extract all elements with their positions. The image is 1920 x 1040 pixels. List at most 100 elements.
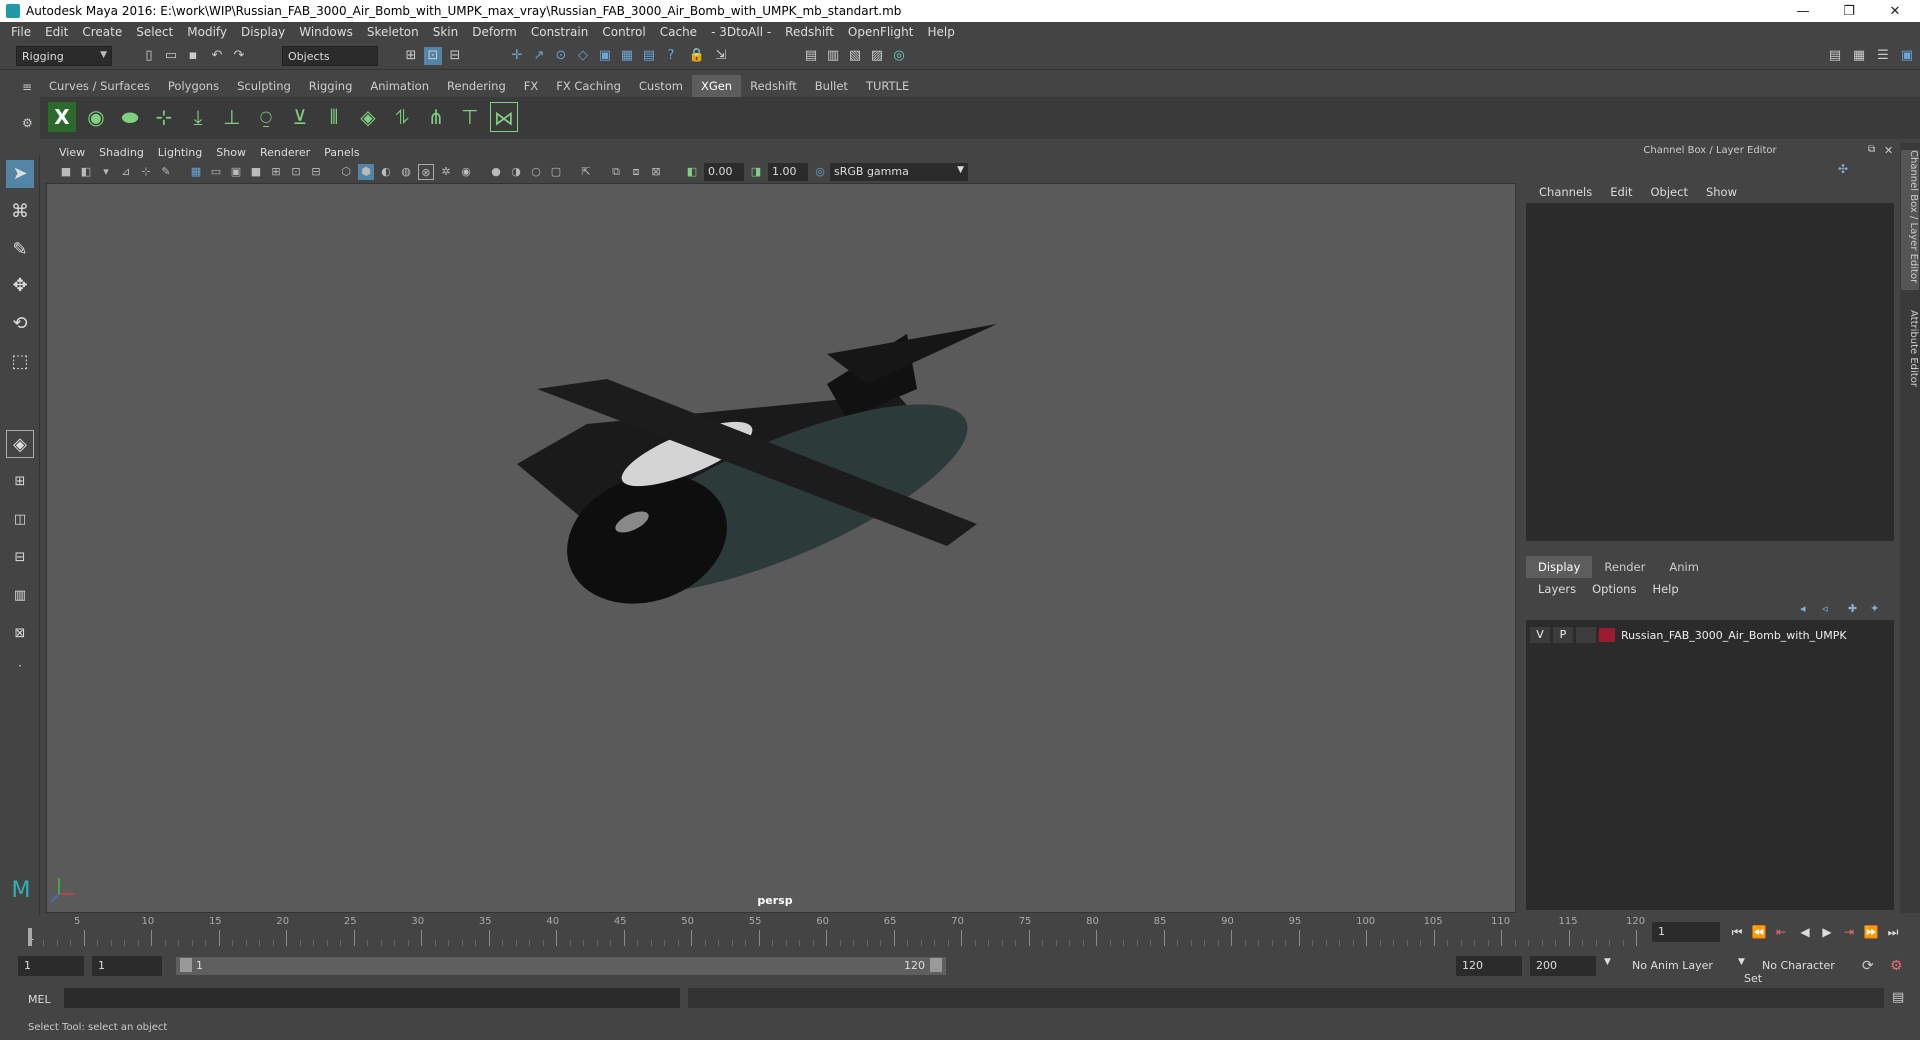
menu-set-dropdown[interactable]: Rigging ▼ [16,46,112,66]
lasso-tool-icon[interactable]: ⌘ [6,198,34,226]
menu-redshift[interactable]: Redshift [778,25,841,39]
channel-box-toggle-icon[interactable]: ▣ [1898,47,1916,65]
range-end-handle[interactable] [930,958,942,972]
xgen-rebuild-icon[interactable]: ⫴ [320,102,348,132]
exposure-field[interactable]: 0.00 [704,163,744,181]
menu-windows[interactable]: Windows [292,25,360,39]
select-object-icon[interactable]: ⊡ [424,47,442,65]
xgen-select-guide-icon[interactable]: ⊥ [218,102,246,132]
shelf-tab-turtle[interactable]: TURTLE [857,75,918,97]
history-icon[interactable]: ⇲ [712,47,730,65]
viewport-menu-show[interactable]: Show [209,146,253,159]
xray-icon[interactable]: ⇱ [578,164,594,180]
shelf-tab-rigging[interactable]: Rigging [300,75,362,97]
layer-visibility-toggle[interactable]: V [1530,627,1550,643]
layer-tab-display[interactable]: Display [1526,556,1593,578]
xgen-bake-icon[interactable]: ⥮ [388,102,416,132]
script-language-toggle[interactable]: MEL [28,993,51,1006]
resolution-gate-icon[interactable]: ▣ [228,164,244,180]
select-hierarchy-icon[interactable]: ⊞ [402,47,420,65]
channel-box-menu-channels[interactable]: Channels [1530,185,1601,199]
scale-tool-icon[interactable]: ⬚ [6,348,34,376]
step-back-icon[interactable]: ⏪ [1750,924,1768,940]
xgen-lock-guide-icon[interactable]: ⊻ [286,102,314,132]
motion-blur-icon[interactable]: ● [488,164,504,180]
shelf-tab-polygons[interactable]: Polygons [159,75,228,97]
snap-vertex-icon[interactable]: ▦ [618,47,636,65]
render-view-icon[interactable]: ◎ [890,47,908,65]
current-frame-field[interactable]: 1 [1652,922,1720,942]
smooth-shade-icon[interactable]: ⬢ [358,164,374,180]
float-panel-icon[interactable]: ⧉ [1868,144,1875,155]
current-frame-marker[interactable] [28,928,32,946]
xgen-place-guides-icon[interactable]: ⊹ [150,102,178,132]
animation-start-field[interactable]: 1 [18,956,84,976]
menu-3dtoall[interactable]: - 3DtoAll - [704,25,778,39]
rotate-tool-icon[interactable]: ⟲ [6,310,34,338]
xgen-add-guide-icon[interactable]: ⤓ [184,102,212,132]
menu-help[interactable]: Help [920,25,961,39]
layer-menu-options[interactable]: Options [1584,582,1644,596]
menu-select[interactable]: Select [129,25,180,39]
xray-joints-icon[interactable]: ⧉ [608,164,624,180]
menu-file[interactable]: File [4,25,38,39]
layer-menu-layers[interactable]: Layers [1530,582,1584,596]
range-start-handle[interactable] [180,958,192,972]
new-layer-selected-icon[interactable]: ✦ [1870,602,1879,615]
layer-row[interactable]: V P Russian_FAB_3000_Air_Bomb_with_UMPK [1530,626,1890,644]
mel-command-input[interactable] [64,988,680,1008]
shelf-tab-curves-surfaces[interactable]: Curves / Surfaces [40,75,159,97]
step-back-key-icon[interactable]: ⇤ [1772,924,1790,940]
move-layer-down-icon[interactable]: ◃ [1822,602,1828,615]
exposure-icon[interactable]: ◧ [684,164,700,180]
play-backwards-icon[interactable]: ◀ [1796,924,1814,940]
xgen-layers-icon[interactable]: ◈ [354,102,382,132]
viewport-menu-view[interactable]: View [52,146,92,159]
image-plane-icon[interactable]: ⊿ [118,164,134,180]
go-to-start-icon[interactable]: ⏮ [1728,924,1746,940]
graph-editor-layout-icon[interactable]: ▥ [6,582,34,610]
save-scene-icon[interactable]: ▪ [184,47,202,65]
shelf-tab-custom[interactable]: Custom [630,75,692,97]
animation-preferences-icon[interactable]: ⚙ [1890,958,1903,974]
menu-cache[interactable]: Cache [653,25,704,39]
xgen-groom-icon[interactable]: ⋔ [422,102,450,132]
menu-create[interactable]: Create [75,25,129,39]
textured-icon[interactable]: ◍ [398,164,414,180]
side-tab-attribute-editor[interactable]: Attribute Editor [1901,310,1919,400]
selection-mask-dropdown[interactable]: Objects [282,46,378,66]
undo-icon[interactable]: ↶ [208,47,226,65]
playback-start-field[interactable]: 1 [92,956,162,976]
time-slider[interactable] [24,916,1644,948]
screen-space-ao-icon[interactable]: ◉ [458,164,474,180]
manipulator-icon[interactable]: ✣ [1838,162,1848,176]
step-forward-key-icon[interactable]: ⇥ [1840,924,1858,940]
layer-display-type-toggle[interactable] [1576,627,1596,643]
lock-icon[interactable]: 🔒 [688,47,706,65]
menu-deform[interactable]: Deform [465,25,524,39]
channel-box-menu-edit[interactable]: Edit [1601,185,1641,199]
isolate-select-icon[interactable]: ▢ [548,164,564,180]
camera-icon[interactable]: ■ [58,164,74,180]
tool-settings-icon[interactable]: ☰ [1874,47,1892,65]
open-scene-icon[interactable]: ▭ [162,47,180,65]
layout-icon[interactable]: ▤ [1826,47,1844,65]
gate-mask-icon[interactable]: ■ [248,164,264,180]
select-component-icon[interactable]: ⊟ [446,47,464,65]
layer-name[interactable]: Russian_FAB_3000_Air_Bomb_with_UMPK [1621,629,1847,642]
outliner-layout-icon[interactable]: ⊟ [6,544,34,572]
layer-tab-render[interactable]: Render [1592,556,1657,578]
bomb-model[interactable] [517,324,997,631]
anim-layer-dropdown[interactable]: ▼ No Anim Layer [1604,956,1736,976]
color-management-icon[interactable]: ◎ [812,164,828,180]
close-button[interactable]: ✕ [1872,0,1918,22]
bookmark-icon[interactable]: ▾ [98,164,114,180]
grease-pencil-icon[interactable]: ✎ [158,164,174,180]
redo-icon[interactable]: ↷ [230,47,248,65]
snap-grid-icon[interactable]: ✛ [508,47,526,65]
playback-end-field[interactable]: 120 [1456,956,1522,976]
xgen-create-description-icon[interactable]: ⬬ [116,102,144,132]
channel-box-menu-show[interactable]: Show [1697,185,1746,199]
2d-pan-zoom-icon[interactable]: ⊹ [138,164,154,180]
shelf-tab-sculpting[interactable]: Sculpting [228,75,300,97]
